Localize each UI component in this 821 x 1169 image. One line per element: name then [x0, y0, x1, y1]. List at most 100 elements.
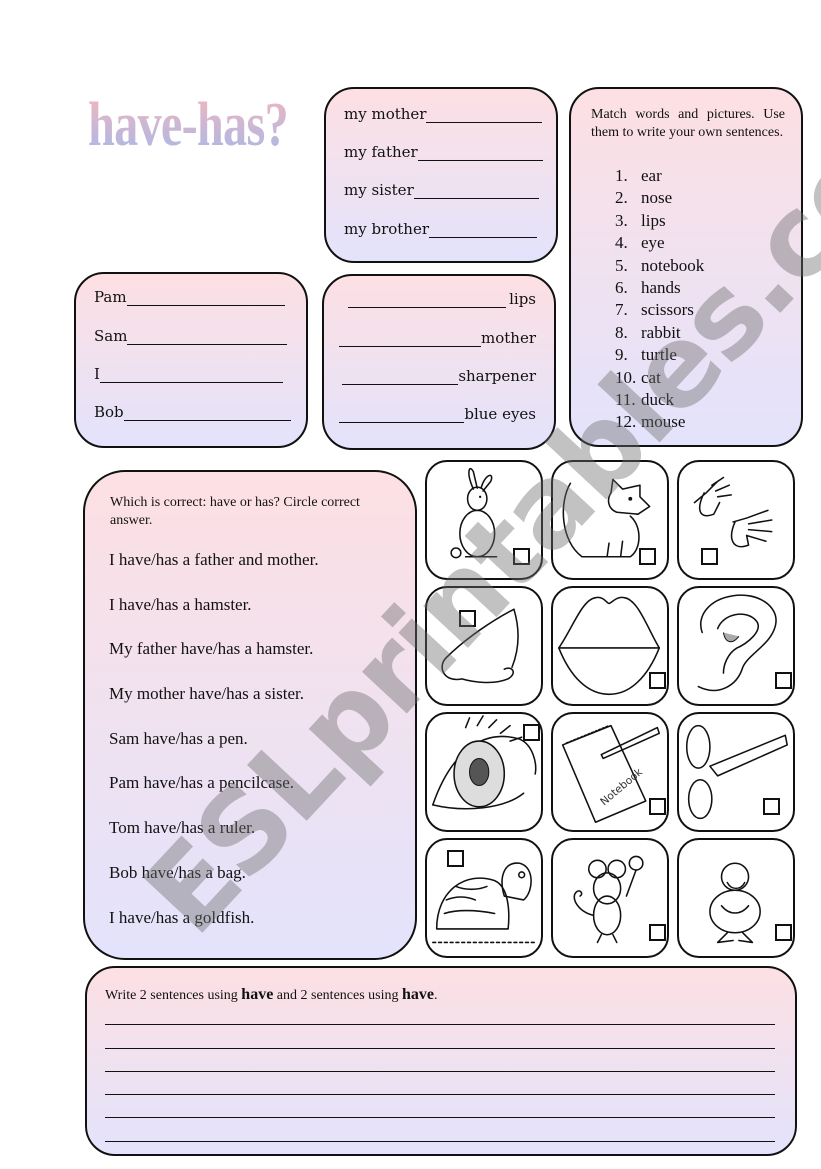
match-item-cat: 10. cat: [615, 367, 704, 389]
match-word: ear: [641, 166, 662, 185]
match-word: duck: [641, 390, 675, 410]
match-item-ear: 1. ear: [615, 165, 704, 187]
answer-blank[interactable]: [342, 370, 459, 385]
name-row: I: [94, 365, 283, 383]
match-number: 10.: [615, 367, 637, 387]
circle-sentence[interactable]: My mother have/has a sister.: [109, 684, 319, 729]
picture-card-scissors: [677, 712, 795, 832]
picture-card-ear: [677, 586, 795, 706]
object-row: blue eyes: [339, 405, 536, 423]
match-checkbox[interactable]: [775, 924, 792, 941]
match-word: eye: [641, 233, 665, 253]
circle-sentence[interactable]: I have/has a father and mother.: [109, 550, 319, 595]
object-label: blue eyes: [464, 405, 536, 423]
match-word: rabbit: [641, 322, 681, 342]
match-word: hands: [641, 278, 681, 298]
match-word: turtle: [641, 345, 677, 365]
object-row: mother: [339, 329, 536, 347]
match-item-mouse: 12. mouse: [615, 411, 704, 433]
match-number: 6.: [615, 278, 628, 298]
answer-blank[interactable]: [126, 291, 285, 306]
write-text-middle: and 2 sentences using: [273, 988, 402, 1003]
family-row: my father: [344, 143, 543, 161]
answer-blank[interactable]: [417, 146, 543, 161]
match-word: scissors: [641, 300, 694, 320]
circle-sentence[interactable]: My father have/has a hamster.: [109, 639, 319, 684]
picture-card-hands: [677, 460, 795, 580]
writing-line[interactable]: [105, 1072, 775, 1096]
answer-blank[interactable]: [348, 293, 507, 308]
picture-card-lips: [551, 586, 669, 706]
object-row: sharpener: [342, 367, 536, 385]
match-number: 7.: [615, 300, 628, 320]
answer-blank[interactable]: [339, 408, 465, 423]
family-row: my brother: [344, 220, 538, 238]
answer-blank[interactable]: [127, 330, 288, 345]
match-checkbox[interactable]: [649, 924, 666, 941]
circle-sentence[interactable]: I have/has a goldfish.: [109, 908, 319, 953]
match-checkbox[interactable]: [649, 798, 666, 815]
name-label: Bob: [94, 403, 124, 421]
match-item-lips: 3. lips: [615, 210, 704, 232]
match-checkbox[interactable]: [763, 798, 780, 815]
family-row: my mother: [344, 105, 543, 123]
match-checkbox[interactable]: [459, 610, 476, 627]
match-item-turtle: 9. turtle: [615, 344, 704, 366]
write-bold-have-2: have: [402, 986, 434, 1003]
match-checkbox[interactable]: [639, 548, 656, 565]
match-checkbox[interactable]: [523, 724, 540, 741]
turtle-icon: [432, 862, 536, 944]
writing-line[interactable]: [105, 1025, 775, 1049]
object-row: lips: [348, 290, 536, 308]
match-checkbox[interactable]: [447, 850, 464, 867]
family-label: my father: [344, 143, 418, 161]
match-number: 11.: [615, 390, 636, 410]
writing-line[interactable]: [105, 1095, 775, 1119]
picture-card-turtle: [425, 838, 543, 958]
match-item-nose: 2. nose: [615, 187, 704, 209]
writing-line[interactable]: [105, 1049, 775, 1072]
answer-blank[interactable]: [413, 184, 539, 199]
match-checkbox[interactable]: [649, 672, 666, 689]
match-number: 12.: [615, 412, 637, 432]
writing-line[interactable]: [105, 1002, 775, 1026]
match-word: notebook: [641, 255, 705, 275]
circle-sentence[interactable]: Pam have/has a pencilcase.: [109, 773, 319, 818]
answer-blank[interactable]: [99, 368, 283, 383]
nose-icon: [441, 608, 519, 684]
match-word: mouse: [641, 412, 686, 432]
hands-icon: [693, 476, 773, 548]
match-word-list: 1. ear 2. nose 3. lips 4. eye 5. notebook 6. hands 7…: [615, 165, 704, 434]
circle-sentence[interactable]: Tom have/has a ruler.: [109, 818, 319, 863]
match-checkbox[interactable]: [513, 548, 530, 565]
names-box: Pam Sam I Bob: [74, 272, 308, 448]
match-checkbox[interactable]: [775, 672, 792, 689]
writing-line[interactable]: [105, 1118, 775, 1142]
family-box: my mother my father my sister my brother: [324, 87, 558, 263]
name-row: Sam: [94, 327, 288, 345]
name-label: Sam: [94, 327, 128, 345]
circle-sentence[interactable]: Sam have/has a pen.: [109, 729, 319, 774]
circle-instruction: Which is correct: have or has? Circle co…: [110, 495, 360, 528]
object-label: mother: [481, 329, 536, 347]
answer-blank[interactable]: [123, 406, 291, 421]
objects-box: lips mother sharpener blue eyes: [322, 274, 556, 450]
write-bold-have: have: [241, 986, 274, 1003]
answer-blank[interactable]: [339, 332, 481, 347]
answer-blank[interactable]: [426, 108, 543, 123]
circle-answer-box: Which is correct: have or has? Circle co…: [83, 470, 417, 960]
write-text-before: Write 2 sentences using: [105, 988, 242, 1003]
match-item-duck: 11. duck: [615, 389, 704, 411]
object-label: sharpener: [458, 367, 536, 385]
match-number: 2.: [615, 188, 628, 208]
answer-blank[interactable]: [429, 223, 538, 238]
circle-sentence[interactable]: I have/has a hamster.: [109, 595, 319, 640]
match-checkbox[interactable]: [701, 548, 718, 565]
circle-sentence[interactable]: Bob have/has a bag.: [109, 863, 319, 908]
match-number: 4.: [615, 233, 628, 253]
match-item-rabbit: 8. rabbit: [615, 322, 704, 344]
match-number: 9.: [615, 345, 628, 365]
name-row: Bob: [94, 403, 291, 421]
write-box: Write 2 sentences using have and 2 sente…: [85, 966, 797, 1156]
writing-lines: [105, 1002, 775, 1142]
